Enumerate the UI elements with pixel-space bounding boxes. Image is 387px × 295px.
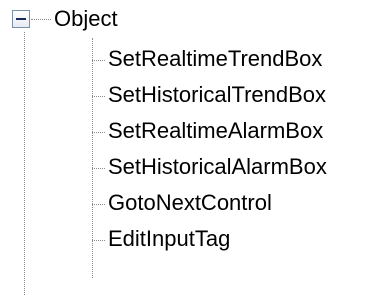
tree-item-set-realtime-trend-box[interactable]: SetRealtimeTrendBox	[92, 44, 387, 74]
tree-connector	[31, 19, 51, 20]
tree-guide-line	[24, 32, 25, 295]
tree-item-label[interactable]: SetHistoricalTrendBox	[108, 82, 326, 108]
tree-node-label[interactable]: Object	[54, 6, 118, 32]
tree-connector	[92, 132, 105, 133]
tree-connector	[92, 204, 105, 205]
tree-item-label[interactable]: SetRealtimeTrendBox	[108, 46, 322, 72]
tree-item-label[interactable]: SetRealtimeAlarmBox	[108, 118, 323, 144]
collapse-icon[interactable]	[12, 10, 30, 28]
tree-item-label[interactable]: GotoNextControl	[108, 190, 272, 216]
tree-item-label[interactable]: SetHistoricalAlarmBox	[108, 154, 327, 180]
tree-item-set-historical-alarm-box[interactable]: SetHistoricalAlarmBox	[92, 152, 387, 182]
tree-connector	[92, 60, 105, 61]
tree-item-edit-input-tag[interactable]: EditInputTag	[92, 224, 387, 254]
object-tree: Object SetRealtimeTrendBox SetHistorical…	[0, 0, 387, 295]
tree-item-goto-next-control[interactable]: GotoNextControl	[92, 188, 387, 218]
tree-connector	[92, 240, 105, 241]
tree-item-label[interactable]: EditInputTag	[108, 226, 230, 252]
tree-item-set-historical-trend-box[interactable]: SetHistoricalTrendBox	[92, 80, 387, 110]
tree-connector	[92, 168, 105, 169]
tree-item-set-realtime-alarm-box[interactable]: SetRealtimeAlarmBox	[92, 116, 387, 146]
tree-connector	[92, 96, 105, 97]
